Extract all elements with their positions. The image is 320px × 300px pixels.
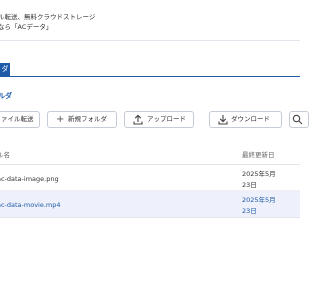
new-folder-button[interactable]: + 新規フォルダ: [47, 111, 117, 128]
file-modified-date: 2025年5月23日: [242, 170, 276, 189]
file-name[interactable]: ac-data-image.png: [0, 175, 59, 183]
download-button[interactable]: ダウンロード: [209, 111, 282, 128]
header: ル転送、無料クラウドストレージ なら「ACデータ」: [0, 0, 300, 40]
file-transfer-label: ァイル転送: [1, 115, 34, 123]
file-modified-date: 2025年5月23日: [242, 196, 276, 215]
file-name[interactable]: ac-data-movie.mp4: [0, 201, 61, 209]
upload-icon: [133, 114, 143, 127]
upload-button[interactable]: アップロード: [124, 111, 194, 128]
header-tagline-line1: ル転送、無料クラウドストレージ: [0, 13, 96, 21]
search-button[interactable]: [289, 111, 309, 128]
table-row[interactable]: ac-data-image.png 2025年5月23日: [0, 165, 300, 191]
file-transfer-button[interactable]: ァイル転送: [0, 111, 40, 128]
download-label: ダウンロード: [231, 115, 270, 123]
new-folder-label: 新規フォルダ: [68, 115, 107, 123]
table-row-selected[interactable]: ac-data-movie.mp4 2025年5月23日: [0, 191, 300, 218]
breadcrumb[interactable]: ルダ: [0, 91, 12, 101]
header-tagline-line2: なら「ACデータ」: [0, 23, 53, 31]
tab-folder[interactable]: ダ: [0, 63, 10, 76]
download-icon: [218, 114, 228, 127]
search-icon: [292, 114, 303, 127]
upload-label: アップロード: [147, 115, 186, 123]
header-divider: [0, 40, 300, 41]
column-header-modified[interactable]: 最終更新日: [242, 149, 275, 159]
column-header-name[interactable]: ル名: [0, 149, 10, 159]
plus-icon: +: [56, 114, 65, 125]
tab-underline: [0, 76, 300, 77]
